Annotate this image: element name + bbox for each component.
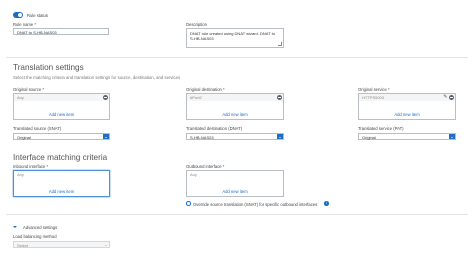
original-service-value: HTTPS5003 [362,95,385,101]
inbound-interface-value: Any [17,172,24,178]
load-balancing-value: Select [17,243,29,249]
original-destination-value: #Port2 [190,95,202,101]
remove-item-icon[interactable] [277,95,282,100]
original-destination-item: #Port2 [187,94,283,101]
outbound-interface-item: Any [187,171,283,178]
original-destination-label: Original destination * [186,87,225,92]
inbound-interface-add-link[interactable]: Add new item [14,189,109,194]
rule-status-label: Rule status [27,12,48,18]
remove-item-icon[interactable] [449,95,454,100]
inbound-interface-label: Inbound interface * [13,164,49,169]
inbound-interface-list[interactable]: Any Add new item [13,170,110,197]
interface-matching-title: Interface matching criteria [13,153,108,162]
chevron-down-icon [13,225,17,228]
remove-item-icon[interactable] [103,95,108,100]
translation-settings-title: Translation settings [13,63,84,72]
original-source-list[interactable]: Any Add new item [13,93,110,120]
divider [6,214,468,215]
edit-pencil-icon[interactable]: ✎ [443,94,447,100]
original-source-value: Any [17,95,24,101]
translation-settings-subtitle: Select the matching criteria and transla… [13,75,181,80]
load-balancing-select[interactable]: Select [13,241,110,248]
original-destination-list[interactable]: #Port2 Add new item [186,93,284,120]
chevron-down-icon[interactable] [277,134,283,139]
translated-service-value: Original [362,135,376,141]
outbound-interface-list[interactable]: Any Add new item [186,170,284,197]
resize-handle-icon[interactable] [278,42,282,46]
rule-name-label: Rule name * [13,22,37,27]
original-service-list[interactable]: HTTPS5003 ✎ Add new item [358,93,456,120]
outbound-interface-label: Outbound interface * [186,164,225,169]
original-source-add-link[interactable]: Add new item [14,112,109,117]
translated-service-select[interactable]: Original [358,133,456,140]
override-snat-checkbox[interactable] [186,201,191,206]
rule-name-value: DNAT to S-HB-NAS03 [17,30,57,36]
toggle-knob [18,12,23,17]
translated-destination-label: Translated destination (DNAT) [186,126,243,131]
inbound-interface-item: Any [14,171,109,178]
info-icon[interactable]: i [324,201,329,206]
original-source-label: Original source * [13,87,44,92]
original-service-label: Original service * [358,87,390,92]
translated-destination-select[interactable]: S-HB-NAS03 [186,133,284,140]
chevron-down-icon[interactable] [449,134,455,139]
outbound-interface-add-link[interactable]: Add new item [187,189,283,194]
description-value: DNAT rule created using DNAT wizard. DNA… [190,30,275,41]
original-service-add-link[interactable]: Add new item [359,112,455,117]
load-balancing-label: Load balancing method [13,234,57,239]
chevron-down-icon[interactable] [103,134,109,139]
advanced-settings-label: Advanced settings [23,224,58,230]
original-service-item: HTTPS5003 ✎ [359,94,455,101]
translated-source-label: Translated source (SNAT) [13,126,62,131]
original-destination-add-link[interactable]: Add new item [187,112,283,117]
outbound-interface-value: Any [190,172,197,178]
translated-destination-value: S-HB-NAS03 [190,135,214,141]
chevron-down-icon [105,244,107,246]
description-label: Description [186,22,207,27]
translated-source-value: Original [17,135,31,141]
original-source-item: Any [14,94,109,101]
translated-source-select[interactable]: Original [13,133,110,140]
override-snat-label: Override source translation (SNAT) for s… [193,201,318,207]
description-textarea[interactable]: DNAT rule created using DNAT wizard. DNA… [186,28,284,48]
divider [6,57,468,58]
rule-name-input[interactable]: DNAT to S-HB-NAS03 [13,28,109,35]
rule-status-toggle[interactable] [13,12,23,18]
translated-service-label: Translated service (PAT) [358,126,404,131]
